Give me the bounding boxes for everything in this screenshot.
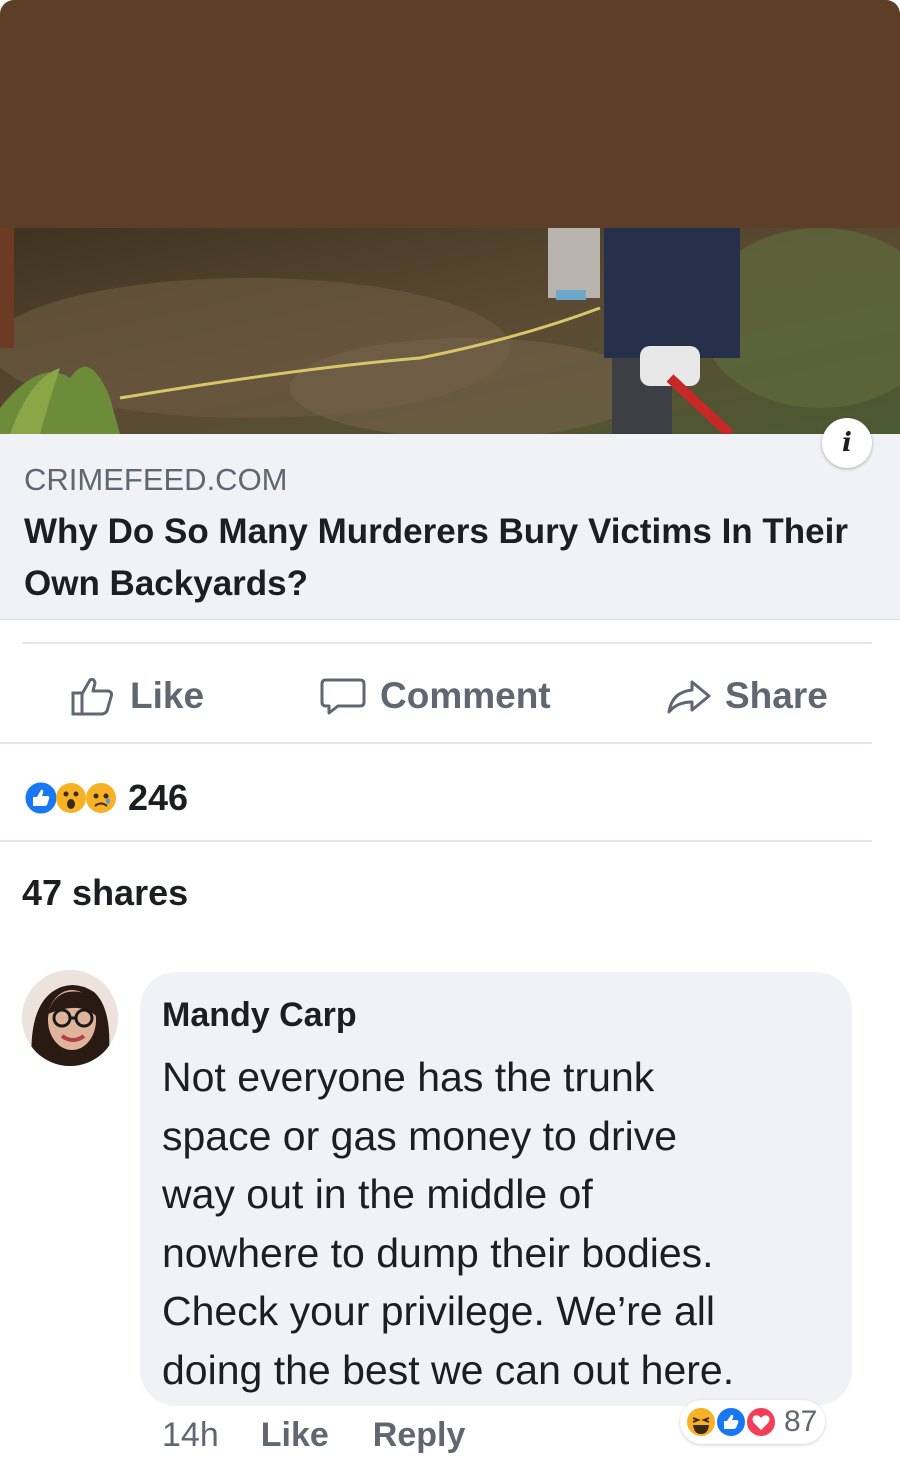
- share-label: Share: [725, 675, 828, 716]
- like-reaction-icon: [715, 1406, 747, 1438]
- comment-bubble: Mandy Carp Not everyone has the trunk sp…: [140, 972, 852, 1406]
- comment-meta: 14h Like Reply: [162, 1412, 465, 1458]
- comment-like-button[interactable]: Like: [261, 1416, 329, 1455]
- link-domain: CRIMEFEED.COM: [24, 462, 288, 497]
- post-action-bar: Like Comment Share: [0, 650, 900, 742]
- post-reactions-summary[interactable]: 246: [22, 770, 188, 826]
- link-preview-image[interactable]: [0, 228, 900, 434]
- comment-author[interactable]: Mandy Carp: [162, 996, 357, 1035]
- comment-line: Not everyone has the trunk: [162, 1054, 655, 1100]
- backyard-dig-photo: [0, 228, 900, 434]
- thumbs-up-outline-icon: [71, 677, 114, 716]
- comment-timestamp[interactable]: 14h: [162, 1416, 219, 1455]
- share-arrow-icon: [667, 680, 711, 714]
- divider: [0, 840, 872, 842]
- comment-line: Check your privilege. We’re all: [162, 1288, 715, 1334]
- comment-text: Not everyone has the trunk space or gas …: [162, 1048, 842, 1399]
- comment-reaction-count: 87: [784, 1405, 818, 1438]
- info-icon[interactable]: i: [822, 418, 872, 468]
- divider: [0, 742, 872, 744]
- wow-reaction-icon: [56, 783, 86, 813]
- divider: [22, 642, 872, 644]
- link-preview-card[interactable]: i CRIMEFEED.COM Why Do So Many Murderers…: [0, 418, 900, 620]
- comment-reactions[interactable]: 87: [680, 1400, 826, 1444]
- sad-reaction-icon: [86, 783, 116, 813]
- haha-reaction-icon: [685, 1406, 717, 1438]
- top-image-crop: [0, 0, 900, 228]
- speech-bubble-icon: [320, 678, 366, 715]
- like-button[interactable]: Like: [70, 650, 204, 742]
- shares-count[interactable]: 47 shares: [22, 872, 188, 914]
- share-button[interactable]: Share: [665, 650, 828, 742]
- reaction-icons: [22, 779, 118, 817]
- comment-label: Comment: [380, 675, 551, 716]
- comment-line: doing the best we can out here.: [162, 1346, 735, 1393]
- reaction-count: 246: [128, 777, 189, 818]
- comment-reply-button[interactable]: Reply: [373, 1416, 466, 1455]
- comment-line: way out in the middle of: [162, 1171, 593, 1217]
- comment-line: nowhere to dump their bodies.: [162, 1229, 714, 1276]
- like-label: Like: [130, 675, 205, 716]
- love-reaction-icon: [745, 1406, 777, 1438]
- comment-button[interactable]: Comment: [318, 650, 551, 742]
- profile-photo: [22, 970, 118, 1066]
- avatar[interactable]: [22, 970, 118, 1066]
- link-headline[interactable]: Why Do So Many Murderers Bury Victims In…: [24, 506, 884, 610]
- comment-line: space or gas money to drive: [162, 1112, 678, 1159]
